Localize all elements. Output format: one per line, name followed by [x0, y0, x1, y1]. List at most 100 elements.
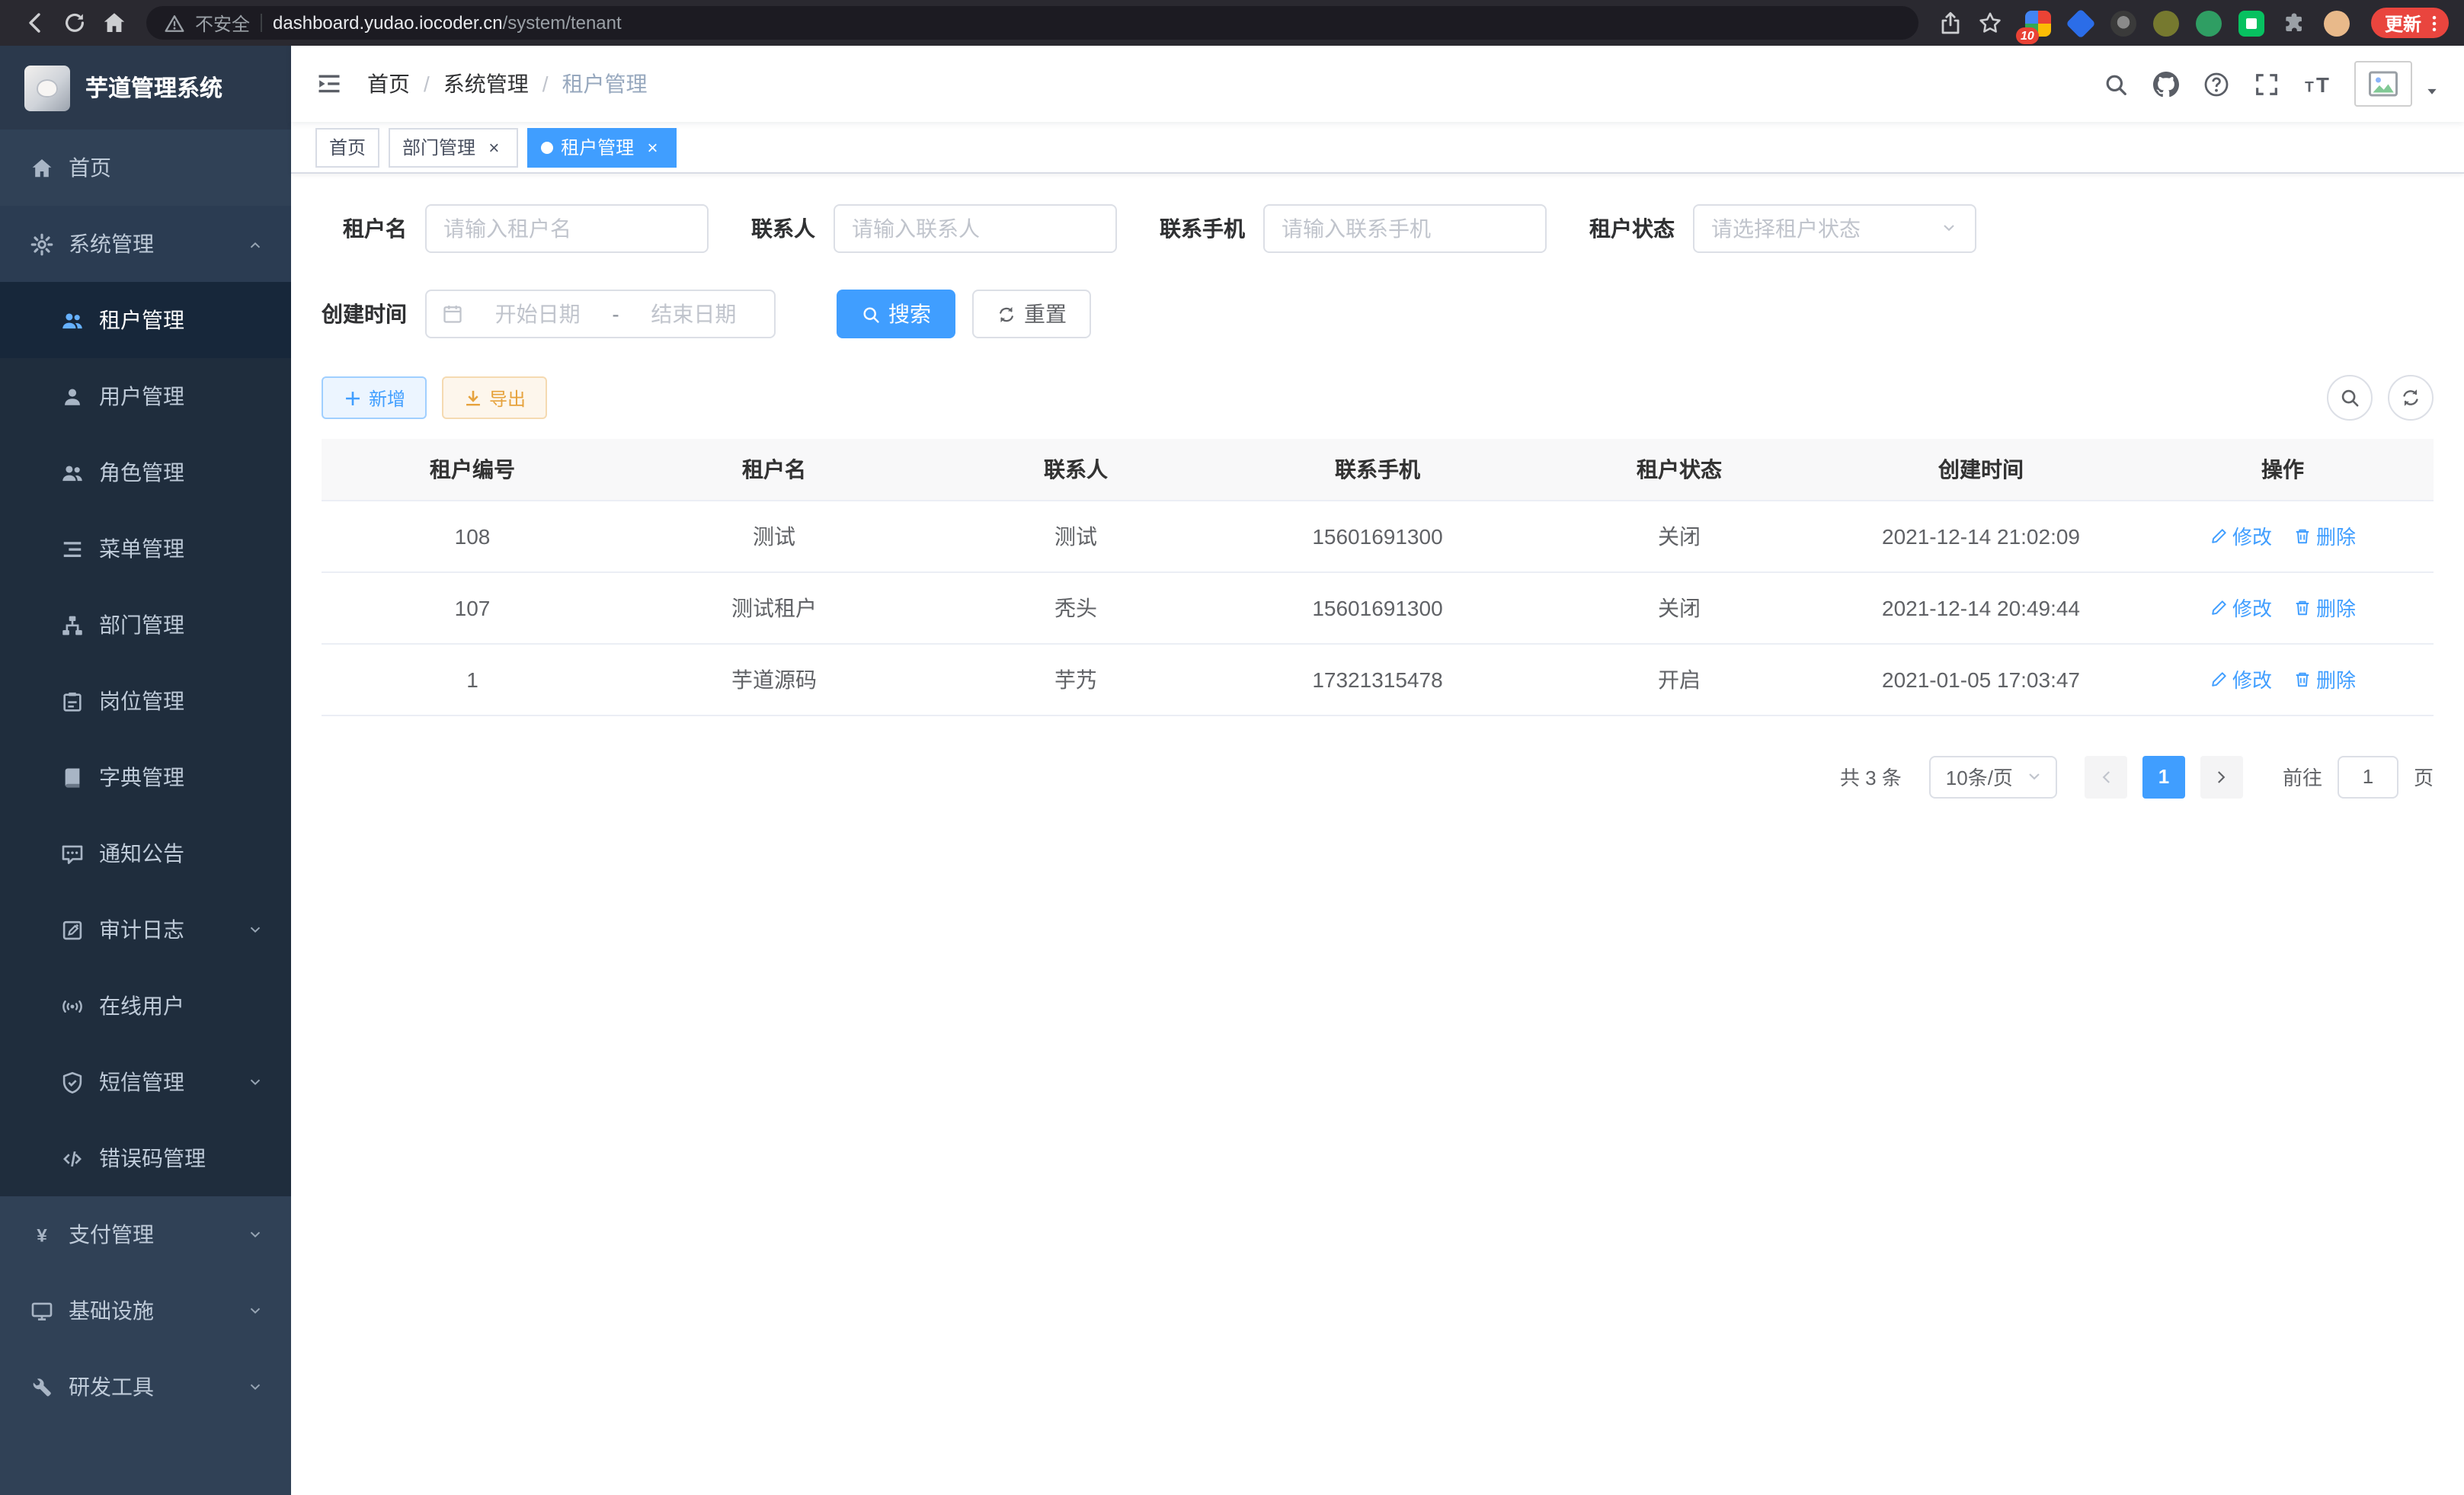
extension-badge: 10	[2016, 27, 2039, 43]
cell-mobile: 15601691300	[1227, 500, 1528, 571]
tenant-status-select-field[interactable]	[1711, 216, 1940, 241]
close-icon[interactable]: ×	[642, 136, 663, 158]
page-1-button[interactable]: 1	[2142, 755, 2185, 798]
share-icon[interactable]	[1931, 3, 1970, 43]
sidebar-item-tenant[interactable]: 租户管理	[0, 282, 291, 358]
extension-icon-green-circle[interactable]	[2196, 10, 2222, 36]
extension-icon-blue[interactable]	[2066, 8, 2095, 37]
menu-kebab-icon[interactable]	[2424, 13, 2444, 33]
cell-status: 关闭	[1528, 571, 1830, 643]
breadcrumb-item[interactable]: 系统管理	[443, 69, 529, 99]
user-avatar[interactable]	[2354, 61, 2412, 107]
security-chip[interactable]: 不安全	[195, 10, 250, 36]
sidebar-item-sms[interactable]: 短信管理	[0, 1044, 291, 1120]
profile-avatar-icon[interactable]	[2324, 10, 2350, 36]
toggle-search-button[interactable]	[2327, 375, 2373, 421]
sidebar-item-dev-tools[interactable]: 研发工具	[0, 1349, 291, 1425]
extension-icon-colorful[interactable]: 10	[2025, 10, 2051, 36]
update-button[interactable]: 更新	[2371, 8, 2449, 38]
reload-icon[interactable]	[55, 3, 94, 43]
caret-down-icon[interactable]	[2424, 84, 2440, 99]
address-bar[interactable]: 不安全 dashboard.yudao.iocoder.cn/system/te…	[146, 6, 1918, 40]
refresh-table-button[interactable]	[2388, 375, 2434, 421]
contact-input-field[interactable]	[852, 216, 1099, 241]
tag-item-1[interactable]: 部门管理×	[389, 127, 518, 167]
extensions-area: 10	[2025, 10, 2350, 36]
search-button[interactable]: 搜索	[837, 290, 955, 338]
next-page-button[interactable]	[2200, 755, 2243, 798]
table-row: 108测试测试15601691300关闭2021-12-14 21:02:09修…	[322, 500, 2434, 571]
chevron-down-icon	[247, 921, 264, 938]
delete-link[interactable]: 删除	[2293, 664, 2356, 693]
goto-page-input[interactable]	[2338, 755, 2398, 798]
hamburger-icon[interactable]	[315, 70, 343, 98]
tenant-name-input-field[interactable]	[443, 216, 690, 241]
extension-icon-olive[interactable]	[2153, 10, 2179, 36]
prev-page-button[interactable]	[2085, 755, 2127, 798]
sidebar-item-pay[interactable]: ¥支付管理	[0, 1196, 291, 1273]
sidebar-item-error-code[interactable]: 错误码管理	[0, 1120, 291, 1196]
mobile-input-field[interactable]	[1282, 216, 1528, 241]
online-signal-icon	[61, 994, 84, 1017]
tenant-status-select[interactable]	[1693, 204, 1976, 253]
edit-link[interactable]: 修改	[2210, 521, 2272, 550]
back-icon[interactable]	[15, 3, 55, 43]
search-icon[interactable]	[2103, 71, 2129, 97]
sidebar-item-audit-log[interactable]: 审计日志	[0, 892, 291, 968]
fullscreen-icon[interactable]	[2254, 71, 2280, 97]
sidebar-item-role[interactable]: 角色管理	[0, 434, 291, 511]
export-button[interactable]: 导出	[442, 376, 547, 419]
cell-created: 2021-01-05 17:03:47	[1830, 643, 2132, 715]
breadcrumb: 首页/系统管理/租户管理	[367, 69, 648, 99]
extension-icon-dark[interactable]	[2110, 10, 2136, 36]
tenant-name-input[interactable]	[425, 204, 709, 253]
browser-home-icon[interactable]	[94, 3, 134, 43]
breadcrumb-item[interactable]: 首页	[367, 69, 410, 99]
sidebar-item-dict[interactable]: 字典管理	[0, 739, 291, 815]
edit-link[interactable]: 修改	[2210, 593, 2272, 622]
extension-icon-green-square[interactable]	[2238, 10, 2264, 36]
cell-status: 开启	[1528, 643, 1830, 715]
edit-link[interactable]: 修改	[2210, 664, 2272, 693]
sidebar-item-notice[interactable]: 通知公告	[0, 815, 291, 892]
sidebar-item-dept[interactable]: 部门管理	[0, 587, 291, 663]
add-button[interactable]: 新增	[322, 376, 427, 419]
sidebar-item-label: 通知公告	[99, 838, 184, 869]
edit-icon	[2210, 670, 2228, 688]
cell-actions: 修改删除	[2132, 571, 2434, 643]
filter-contact: 联系人	[751, 204, 1117, 253]
create-time-range-picker[interactable]: 开始日期 - 结束日期	[425, 290, 776, 338]
sidebar-item-label: 基础设施	[69, 1295, 154, 1326]
cell-id: 108	[322, 500, 623, 571]
font-size-icon[interactable]: TT	[2304, 71, 2330, 97]
breadcrumb-item[interactable]: 租户管理	[562, 69, 648, 99]
bookmark-star-icon[interactable]	[1970, 3, 2010, 43]
date-start-placeholder: 开始日期	[472, 299, 603, 329]
mobile-input[interactable]	[1263, 204, 1547, 253]
contact-input[interactable]	[834, 204, 1117, 253]
sidebar-item-system[interactable]: 系统管理	[0, 206, 291, 282]
sidebar-menu: 首页系统管理租户管理用户管理角色管理菜单管理部门管理岗位管理字典管理通知公告审计…	[0, 130, 291, 1495]
filter-mobile: 联系手机	[1160, 204, 1547, 253]
delete-link[interactable]: 删除	[2293, 521, 2356, 550]
puzzle-extension-icon[interactable]	[2281, 10, 2307, 36]
tag-item-2[interactable]: 租户管理×	[527, 127, 677, 167]
breadcrumb-separator: /	[424, 72, 430, 96]
help-icon[interactable]	[2203, 71, 2229, 97]
cell-id: 107	[322, 571, 623, 643]
sidebar-item-post[interactable]: 岗位管理	[0, 663, 291, 739]
github-icon[interactable]	[2153, 71, 2179, 97]
cell-contact: 测试	[925, 500, 1227, 571]
sidebar-item-infra[interactable]: 基础设施	[0, 1273, 291, 1349]
delete-icon	[2293, 598, 2312, 616]
sidebar-item-home[interactable]: 首页	[0, 130, 291, 206]
delete-link[interactable]: 删除	[2293, 593, 2356, 622]
tag-item-0[interactable]: 首页	[315, 127, 379, 167]
sidebar-item-user[interactable]: 用户管理	[0, 358, 291, 434]
sidebar-item-online-user[interactable]: 在线用户	[0, 968, 291, 1044]
sidebar-item-menu[interactable]: 菜单管理	[0, 511, 291, 587]
close-icon[interactable]: ×	[483, 136, 504, 158]
reset-button[interactable]: 重置	[972, 290, 1091, 338]
page-size-select[interactable]: 10条/页	[1929, 755, 2057, 798]
svg-text:T: T	[2305, 79, 2314, 95]
